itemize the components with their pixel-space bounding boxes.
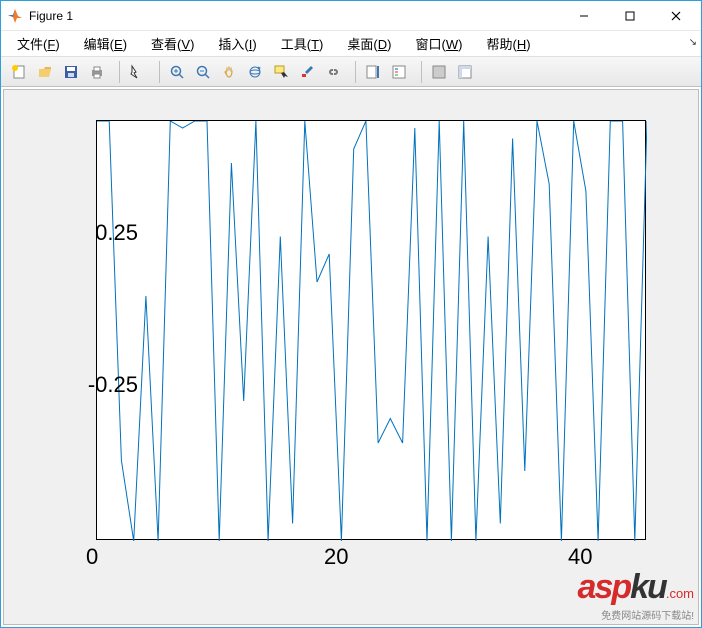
toolbar-separator [416,61,422,83]
watermark: aspku.com 免费网站源码下载站! [578,568,694,622]
new-figure-button[interactable] [7,60,31,84]
line-series [97,121,647,541]
maximize-button[interactable] [607,2,653,30]
insert-colorbar-button[interactable] [361,60,385,84]
menubar: 文件(F) 编辑(E) 查看(V) 插入(I) 工具(T) 桌面(D) 窗口(W… [1,31,701,57]
x-tick-label: 40 [568,544,592,570]
toolbar-separator [114,61,120,83]
window-title: Figure 1 [29,9,561,23]
menu-tools[interactable]: 工具(T) [271,31,334,56]
pan-button[interactable] [217,60,241,84]
insert-legend-button[interactable] [387,60,411,84]
dock-arrow-icon[interactable]: ↘ [689,37,697,48]
y-tick-label: -0.25 [58,372,138,398]
toolbar-separator [350,61,356,83]
menu-insert[interactable]: 插入(I) [208,31,266,56]
edit-plot-button[interactable] [125,60,149,84]
x-tick-label: 20 [324,544,348,570]
rotate-3d-button[interactable] [243,60,267,84]
toolbar-separator [154,61,160,83]
save-button[interactable] [59,60,83,84]
zoom-out-button[interactable] [191,60,215,84]
data-cursor-button[interactable] [269,60,293,84]
menu-window[interactable]: 窗口(W) [405,31,472,56]
x-tick-label: 0 [86,544,98,570]
zoom-in-button[interactable] [165,60,189,84]
menu-file[interactable]: 文件(F) [7,31,70,56]
menu-edit[interactable]: 编辑(E) [74,31,137,56]
hide-plot-tools-button[interactable] [427,60,451,84]
figure-window: Figure 1 文件(F) 编辑(E) 查看(V) 插入(I) 工具(T) 桌… [0,0,702,628]
axes-box [96,120,646,540]
show-plot-tools-button[interactable] [453,60,477,84]
toolbar [1,57,701,87]
y-tick-label: 0.25 [58,220,138,246]
open-button[interactable] [33,60,57,84]
matlab-icon [7,8,23,24]
menu-help[interactable]: 帮助(H) [476,31,540,56]
titlebar: Figure 1 [1,1,701,31]
brush-button[interactable] [295,60,319,84]
minimize-button[interactable] [561,2,607,30]
print-button[interactable] [85,60,109,84]
link-button[interactable] [321,60,345,84]
axes-canvas[interactable]: 0.25 -0.25 0 20 40 aspku.com 免费网站源码下载站! [3,89,699,625]
close-button[interactable] [653,2,699,30]
menu-view[interactable]: 查看(V) [141,31,204,56]
window-controls [561,2,699,30]
menu-desktop[interactable]: 桌面(D) [337,31,401,56]
